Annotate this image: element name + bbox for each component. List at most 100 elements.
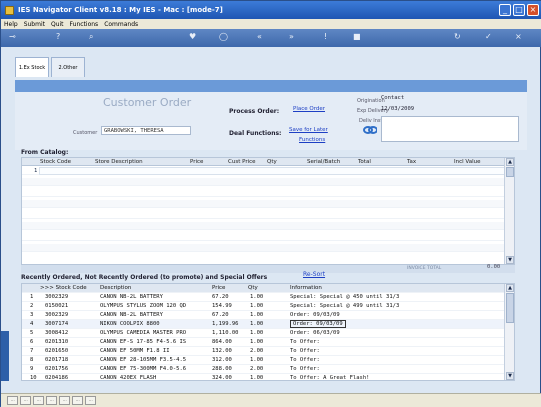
favorite-icon[interactable]: ♥ [189,32,196,41]
menu-commands[interactable]: Commands [104,21,138,28]
row-number-cell: 4 [30,321,34,327]
catalog-scrollbar[interactable]: ▲ ▼ [504,158,514,264]
table-row[interactable]: 6 0201310 CANON EF-S 17-85 F4-5.6 IS 864.00… [22,338,506,347]
re-sort-link[interactable]: Re-Sort [303,271,325,278]
bottom-tab-icon[interactable]: ⋯ [33,396,44,405]
tab-other[interactable]: 2.Other [51,57,85,77]
back-icon[interactable]: ◯ [219,32,228,41]
toolbar: ⊸ ? ⌕ ♥ ◯ « » ! ■ ↻ ✓ × [1,29,541,47]
table-row[interactable] [22,178,514,186]
information-cell: Order: 09/03/09 [290,320,346,328]
scroll-thumb[interactable] [506,293,514,323]
table-row[interactable]: 5 3008412 OLYMPUS CAMEDIA MASTER PRO 1,110.… [22,329,506,338]
table-row[interactable] [22,233,514,241]
scroll-up-icon[interactable]: ▲ [506,158,514,166]
bottom-tab-icon[interactable]: ⋯ [46,396,57,405]
stock-code-cell: 0201756 [45,366,69,372]
table-row[interactable] [22,211,514,219]
table-row[interactable]: 10 0204186 CANON 420EX FLASH 324.00 1.00 To O… [22,374,506,381]
stock-code-cell: 3007174 [45,321,69,327]
stock-code-input[interactable] [39,167,505,175]
catalog-label: From Catalog: [21,149,69,156]
main-window: IES Navigator Client v8.18 : My IES - Ma… [0,0,541,407]
qty-cell: 2.00 [250,348,264,354]
next-icon[interactable]: » [289,32,294,41]
scroll-down-icon[interactable]: ▼ [506,372,514,380]
information-cell: To Offer: A Great Flash! [290,375,370,381]
check-icon[interactable]: ✓ [485,32,492,41]
cancel-icon[interactable]: × [515,32,522,41]
place-order-link[interactable]: Place Order [293,106,325,112]
menu-help[interactable]: Help [4,21,18,28]
bottom-tab-icon[interactable]: ⋯ [59,396,70,405]
refresh-icon[interactable]: ↻ [454,32,461,41]
table-row[interactable] [22,189,514,197]
bottom-tab-icon[interactable]: ⋯ [7,396,18,405]
row-number: 1 [34,168,38,174]
stock-code-cell: 0201650 [45,348,69,354]
tab-ex-stock[interactable]: 1.Ex Stock [15,57,49,77]
scroll-thumb[interactable] [506,167,514,177]
table-row[interactable]: 2 0150021 OLYMPUS STYLUS ZOOM 120 QD 154.99… [22,302,506,311]
row-number-cell: 9 [30,366,34,372]
table-row[interactable]: 3 3002329 CANON NB-2L BATTERY 67.20 1.00 Orde… [22,311,506,320]
table-row[interactable]: 7 0201650 CANON EF 50MM F1.8 II 132.00 2.00 T… [22,347,506,356]
qty-cell: 1.00 [250,357,264,363]
customer-field[interactable]: GRABOWSKI, THERESA [101,126,191,135]
col-qty: Qty [267,159,277,165]
information-cell: To Offer: [290,339,320,345]
table-row[interactable]: 1 3002329 CANON NB-2L BATTERY 67.20 1.00 Spec… [22,293,506,302]
recent-label: Recently Ordered, Not Recently Ordered (… [21,274,268,281]
table-row[interactable]: 8 0201718 CANON EF 28-105MM F3.5-4.5 312.00… [22,356,506,365]
search-icon[interactable]: ⌕ [89,32,93,42]
row-number-cell: 6 [30,339,34,345]
title-bar: IES Navigator Client v8.18 : My IES - Ma… [1,1,541,19]
table-row[interactable] [22,222,514,230]
link-icon[interactable] [363,124,377,136]
information-cell: Special: Special @ 499 until 31/3 [290,303,400,309]
scroll-down-icon[interactable]: ▼ [506,256,514,264]
functions-link[interactable]: Functions [299,137,325,143]
close-button[interactable]: × [527,4,539,16]
invoice-total-bar: INVOICE TOTAL 0.00 [21,264,515,273]
price-cell: 312.00 [212,357,232,363]
bottom-tab-icon[interactable]: ⋯ [20,396,31,405]
bottom-tab-icon[interactable]: ⋯ [72,396,83,405]
information-cell: Order: 06/03/09 [290,330,340,336]
qty-cell: 1.00 [250,339,264,345]
bottom-tab-icon[interactable]: ⋯ [85,396,96,405]
menu-functions[interactable]: Functions [70,21,99,28]
recent-scrollbar[interactable]: ▲ ▼ [504,284,514,380]
table-row[interactable]: 1 [22,167,514,175]
qty-cell: 1.00 [250,294,264,300]
description-cell: OLYMPUS STYLUS ZOOM 120 QD [100,303,187,309]
row-number-cell: 8 [30,357,34,363]
col-tax: Tax [407,159,417,165]
maximize-button[interactable]: □ [513,4,525,16]
col-stock-code: >>> Stock Code [40,285,87,291]
table-row[interactable] [22,200,514,208]
deliv-instr-field[interactable] [381,116,519,142]
window-title: IES Navigator Client v8.18 : My IES - Ma… [18,6,223,14]
price-cell: 154.99 [212,303,232,309]
exp-delivery-value[interactable]: 12/03/2009 [381,106,414,112]
scroll-up-icon[interactable]: ▲ [506,284,514,292]
stock-code-cell: 0201718 [45,357,69,363]
table-row[interactable]: 9 0201756 CANON EF 75-300MM F4.0-5.6 288.00… [22,365,506,374]
table-row[interactable] [22,244,514,252]
price-cell: 1,110.00 [212,330,239,336]
info-icon[interactable]: ! [324,32,327,41]
prev-icon[interactable]: « [257,32,262,41]
deal-functions-label: Deal Functions: [229,130,282,137]
menu-submit[interactable]: Submit [24,21,45,28]
stop-icon[interactable]: ■ [353,32,361,41]
price-cell: 324.00 [212,375,232,381]
information-cell: Order: 09/03/09 [290,312,340,318]
menu-quit[interactable]: Quit [51,21,64,28]
minimize-button[interactable]: _ [499,4,511,16]
table-row[interactable]: 4 3007174 NIKON COOLPIX 8800 1,199.96 1.00 Or… [22,320,506,329]
help-icon[interactable]: ? [56,32,60,41]
key-icon[interactable]: ⊸ [9,32,16,41]
row-number-cell: 5 [30,330,34,336]
save-for-later-link[interactable]: Save for Later [289,127,328,133]
